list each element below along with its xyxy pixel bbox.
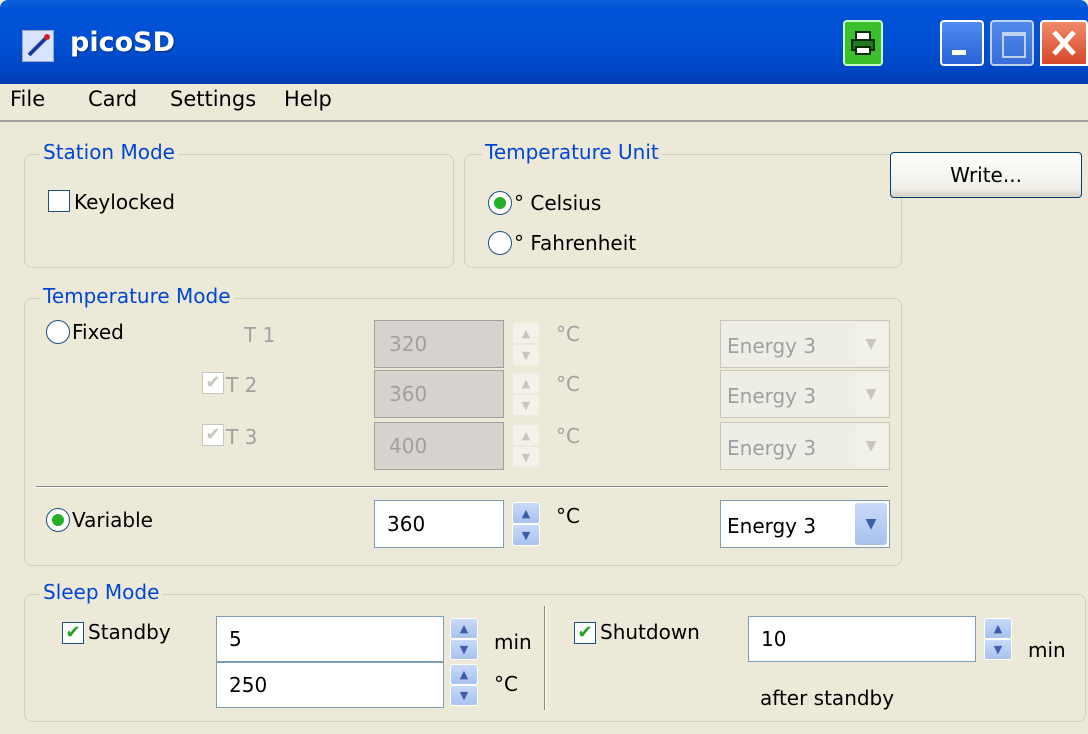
standby-minutes-spinner[interactable]: ▲ ▼ <box>450 618 478 660</box>
standby-temperature-unit: °C <box>494 672 518 696</box>
write-button[interactable]: Write... <box>890 152 1082 198</box>
variable-label: Variable <box>72 508 153 532</box>
t2-energy-dropdown[interactable]: Energy 3 ▼ <box>720 370 890 418</box>
variable-temperature-input[interactable]: 360 <box>374 500 504 548</box>
spin-down-icon[interactable]: ▼ <box>512 394 540 416</box>
t2-spinner[interactable]: ▲ ▼ <box>512 372 540 416</box>
spin-up-icon[interactable]: ▲ <box>984 618 1012 639</box>
menu-card[interactable]: Card <box>88 84 137 111</box>
t3-temperature-input[interactable]: 400 <box>374 422 504 470</box>
t1-spinner[interactable]: ▲ ▼ <box>512 322 540 366</box>
t1-energy-dropdown[interactable]: Energy 3 ▼ <box>720 320 890 368</box>
shutdown-minutes-unit: min <box>1028 638 1066 662</box>
t3-spinner[interactable]: ▲ ▼ <box>512 424 540 468</box>
t2-energy-value: Energy 3 <box>727 384 817 408</box>
shutdown-checkbox[interactable]: ✔ <box>574 622 596 644</box>
t3-unit: °C <box>556 424 580 448</box>
close-button[interactable] <box>1040 20 1088 66</box>
keylocked-label: Keylocked <box>74 190 175 214</box>
divider <box>36 486 888 488</box>
keylocked-checkbox[interactable] <box>48 190 70 212</box>
standby-label: Standby <box>88 620 171 644</box>
celsius-label: ° Celsius <box>514 191 602 215</box>
station-mode-label: Station Mode <box>40 140 178 164</box>
shutdown-minutes-input[interactable]: 10 <box>748 616 976 662</box>
spin-down-icon[interactable]: ▼ <box>512 446 540 468</box>
standby-checkbox[interactable]: ✔ <box>62 622 84 644</box>
temperature-unit-label: Temperature Unit <box>482 140 662 164</box>
spin-down-icon[interactable]: ▼ <box>512 344 540 366</box>
vertical-divider <box>544 606 546 710</box>
spin-down-icon[interactable]: ▼ <box>512 524 540 546</box>
shutdown-minutes-spinner[interactable]: ▲ ▼ <box>984 618 1012 660</box>
variable-unit: °C <box>556 504 580 528</box>
t3-label: T 3 <box>226 425 258 449</box>
spin-down-icon[interactable]: ▼ <box>450 685 478 706</box>
t2-value: 360 <box>389 382 428 406</box>
variable-spinner[interactable]: ▲ ▼ <box>512 502 540 546</box>
spin-down-icon[interactable]: ▼ <box>450 639 478 660</box>
t2-checkbox[interactable]: ✔ <box>202 372 224 394</box>
t1-unit: °C <box>556 322 580 346</box>
standby-temperature-input[interactable]: 250 <box>216 662 444 708</box>
t2-label: T 2 <box>226 373 258 397</box>
t3-value: 400 <box>389 434 428 458</box>
standby-temperature-spinner[interactable]: ▲ ▼ <box>450 664 478 706</box>
standby-minutes-input[interactable]: 5 <box>216 616 444 662</box>
t1-value: 320 <box>389 332 428 356</box>
shutdown-minutes-value: 10 <box>761 627 787 651</box>
window-title: picoSD <box>70 27 175 58</box>
spin-up-icon[interactable]: ▲ <box>450 664 478 685</box>
variable-energy-dropdown[interactable]: Energy 3 ▼ <box>720 500 890 548</box>
fahrenheit-radio[interactable] <box>488 231 512 255</box>
fixed-radio[interactable] <box>46 320 70 344</box>
standby-temperature-value: 250 <box>229 673 268 697</box>
spin-down-icon[interactable]: ▼ <box>984 639 1012 660</box>
t3-energy-dropdown[interactable]: Energy 3 ▼ <box>720 422 890 470</box>
printer-icon[interactable] <box>843 20 883 66</box>
menu-bar <box>0 84 1088 122</box>
standby-minutes-unit: min <box>494 630 532 654</box>
t2-temperature-input[interactable]: 360 <box>374 370 504 418</box>
chevron-down-icon: ▼ <box>855 425 887 467</box>
maximize-button[interactable] <box>990 20 1034 66</box>
sleep-mode-label: Sleep Mode <box>40 580 163 604</box>
variable-radio[interactable] <box>46 508 70 532</box>
standby-minutes-value: 5 <box>229 627 242 651</box>
app-icon <box>22 30 54 62</box>
spin-up-icon[interactable]: ▲ <box>450 618 478 639</box>
t2-unit: °C <box>556 372 580 396</box>
temperature-mode-label: Temperature Mode <box>40 284 234 308</box>
t3-energy-value: Energy 3 <box>727 436 817 460</box>
t3-checkbox[interactable]: ✔ <box>202 424 224 446</box>
spin-up-icon[interactable]: ▲ <box>512 372 540 394</box>
celsius-radio[interactable] <box>488 191 512 215</box>
fahrenheit-label: ° Fahrenheit <box>514 231 637 255</box>
menu-help[interactable]: Help <box>284 84 332 111</box>
chevron-down-icon: ▼ <box>855 323 887 365</box>
variable-value: 360 <box>387 512 426 536</box>
menu-settings[interactable]: Settings <box>170 84 256 111</box>
spin-up-icon[interactable]: ▲ <box>512 322 540 344</box>
t1-energy-value: Energy 3 <box>727 334 817 358</box>
shutdown-label: Shutdown <box>600 620 700 644</box>
chevron-down-icon: ▼ <box>855 373 887 415</box>
chevron-down-icon: ▼ <box>855 503 887 545</box>
t1-label: T 1 <box>244 323 276 347</box>
spin-up-icon[interactable]: ▲ <box>512 424 540 446</box>
menu-file[interactable]: File <box>10 84 45 111</box>
minimize-button[interactable] <box>940 20 984 66</box>
after-standby-note: after standby <box>760 686 895 710</box>
spin-up-icon[interactable]: ▲ <box>512 502 540 524</box>
fixed-label: Fixed <box>72 320 124 344</box>
variable-energy-value: Energy 3 <box>727 514 817 538</box>
t1-temperature-input[interactable]: 320 <box>374 320 504 368</box>
